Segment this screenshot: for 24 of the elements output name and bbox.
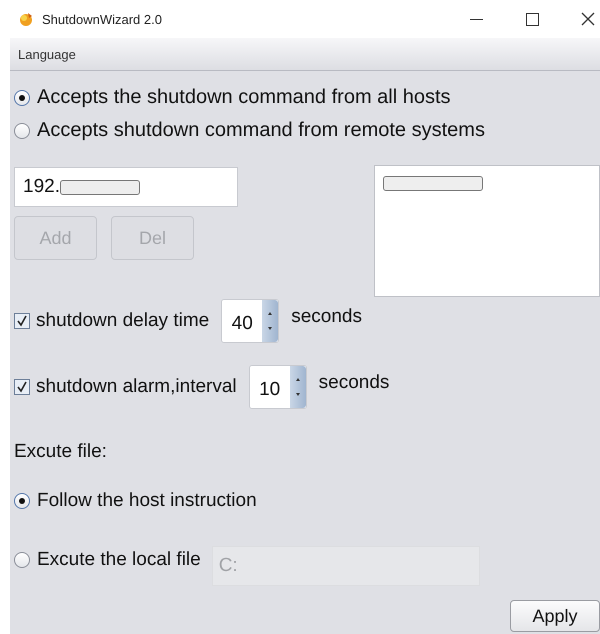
window-title: ShutdownWizard 2.0 bbox=[42, 12, 162, 26]
apply-button[interactable]: Apply bbox=[510, 600, 600, 632]
maximize-icon[interactable] bbox=[524, 11, 540, 27]
unit-label: seconds bbox=[291, 306, 362, 328]
number-spinner[interactable]: 40 bbox=[221, 299, 280, 343]
menu-item[interactable]: Language bbox=[18, 46, 76, 62]
radio-label: Follow the host instruction bbox=[37, 490, 257, 512]
radio-label: Accepts the shutdown command from all hosts bbox=[37, 86, 451, 109]
radio-button[interactable] bbox=[14, 493, 30, 509]
app-icon bbox=[18, 11, 34, 27]
section-label: Excute file: bbox=[14, 441, 108, 463]
radio-button[interactable] bbox=[14, 122, 30, 138]
checkbox-label: shutdown alarm,interval bbox=[36, 376, 237, 398]
radio-button[interactable] bbox=[14, 90, 30, 106]
radio-label: Accepts shutdown command from remote systems bbox=[37, 119, 485, 142]
checkbox[interactable] bbox=[14, 313, 30, 329]
radio-label: Excute the local file bbox=[37, 549, 201, 571]
checkbox[interactable] bbox=[14, 379, 30, 395]
close-icon[interactable] bbox=[580, 11, 596, 27]
radio-button[interactable] bbox=[14, 552, 30, 568]
checkbox-label: shutdown delay time bbox=[36, 310, 210, 332]
ip-field[interactable]: 192. bbox=[14, 167, 238, 207]
number-spinner[interactable]: 10 bbox=[248, 365, 307, 409]
unit-label: seconds bbox=[318, 372, 390, 394]
